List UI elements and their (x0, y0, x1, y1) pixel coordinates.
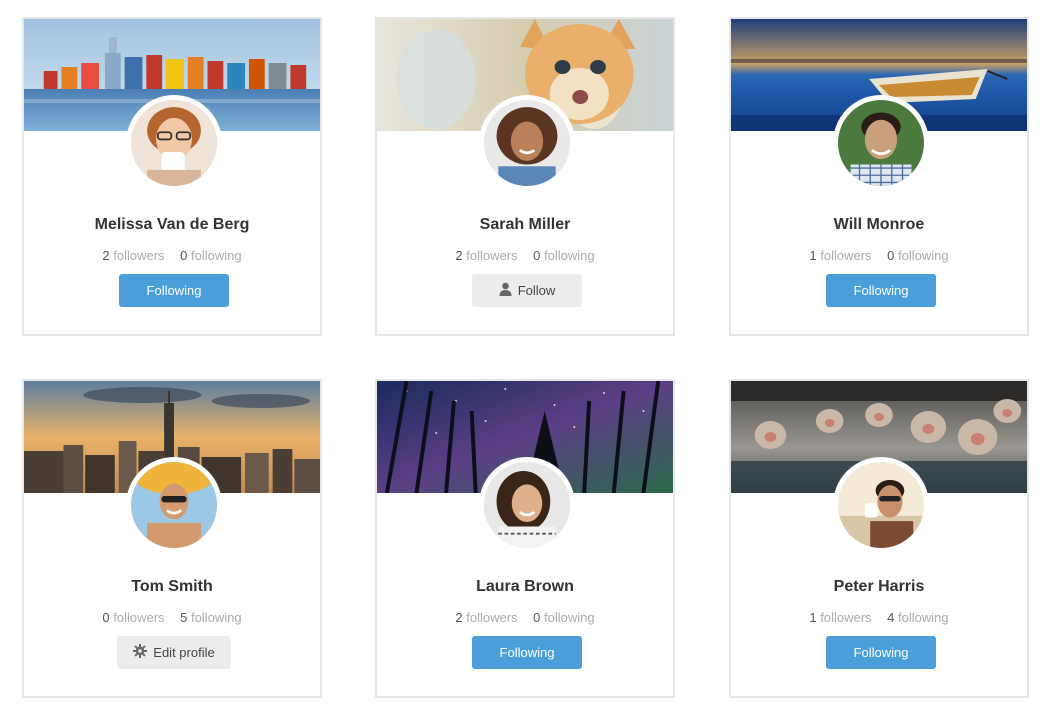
profile-name: Will Monroe (833, 216, 925, 233)
button-label: Following (499, 645, 555, 660)
profile-name: Tom Smith (131, 578, 213, 595)
following-button[interactable]: Following (472, 636, 582, 669)
avatar[interactable] (479, 95, 575, 191)
following-count: 0 (533, 248, 541, 263)
following-button[interactable]: Following (119, 274, 229, 307)
followers-count: 1 (809, 610, 817, 625)
profile-card: Laura Brown 2 followers 0 following Foll… (375, 379, 675, 698)
following-label: following (544, 248, 595, 263)
profile-card: Peter Harris 1 followers 4 following Fol… (729, 379, 1029, 698)
followers-count: 1 (809, 248, 817, 263)
avatar[interactable] (126, 95, 222, 191)
profile-stats: 0 followers 5 following (24, 610, 320, 625)
button-label: Following (853, 283, 909, 298)
profile-card: Sarah Miller 2 followers 0 following Fol… (375, 17, 675, 336)
profile-card: Will Monroe 1 followers 0 following Foll… (729, 17, 1029, 336)
following-count: 0 (887, 248, 895, 263)
gear-icon (133, 644, 148, 661)
followers-count: 2 (455, 248, 463, 263)
following-count: 4 (887, 610, 895, 625)
profile-stats: 2 followers 0 following (24, 248, 320, 263)
following-label: following (191, 248, 242, 263)
following-label: following (191, 610, 242, 625)
avatar[interactable] (833, 95, 929, 191)
followers-label: followers (113, 248, 165, 263)
profile-card: Tom Smith 0 followers 5 following Edit p… (22, 379, 322, 698)
following-button[interactable]: Following (826, 274, 936, 307)
profile-stats: 1 followers 4 following (731, 610, 1027, 625)
followers-label: followers (466, 610, 518, 625)
avatar[interactable] (479, 457, 575, 553)
followers-count: 0 (102, 610, 110, 625)
user-icon (499, 282, 512, 299)
profile-name: Sarah Miller (479, 216, 571, 233)
followers-label: followers (113, 610, 165, 625)
profile-name: Peter Harris (833, 578, 925, 595)
followers-count: 2 (455, 610, 463, 625)
profile-stats: 2 followers 0 following (377, 610, 673, 625)
profile-stats: 2 followers 0 following (377, 248, 673, 263)
edit-profile-button[interactable]: Edit profile (117, 636, 231, 669)
profile-card: Melissa Van de Berg 2 followers 0 follow… (22, 17, 322, 336)
avatar[interactable] (126, 457, 222, 553)
profile-stats: 1 followers 0 following (731, 248, 1027, 263)
followers-count: 2 (102, 248, 110, 263)
following-label: following (898, 610, 949, 625)
profile-name: Melissa Van de Berg (94, 216, 250, 233)
button-label: Edit profile (153, 645, 215, 660)
following-button[interactable]: Following (826, 636, 936, 669)
following-label: following (544, 610, 595, 625)
following-count: 0 (180, 248, 188, 263)
followers-label: followers (466, 248, 518, 263)
following-label: following (898, 248, 949, 263)
avatar[interactable] (833, 457, 929, 553)
follow-button[interactable]: Follow (472, 274, 582, 307)
button-label: Follow (517, 283, 556, 298)
button-label: Following (146, 283, 202, 298)
following-count: 0 (533, 610, 541, 625)
followers-label: followers (820, 610, 872, 625)
button-label: Following (853, 645, 909, 660)
followers-label: followers (820, 248, 872, 263)
profile-name: Laura Brown (476, 578, 574, 595)
following-count: 5 (180, 610, 188, 625)
